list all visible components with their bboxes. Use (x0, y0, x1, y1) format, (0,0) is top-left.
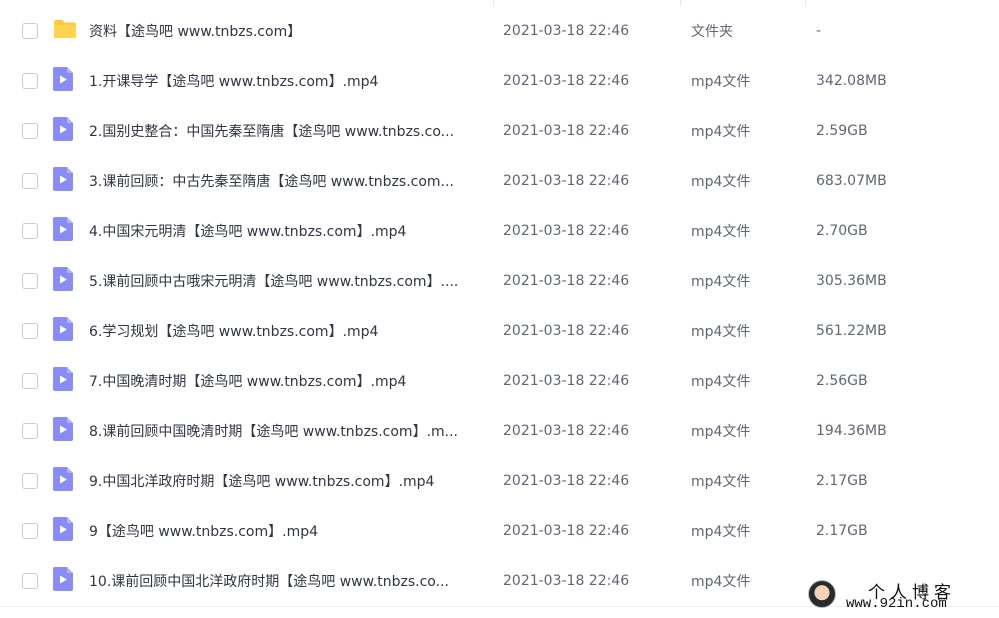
row-checkbox[interactable] (22, 573, 38, 589)
file-size: 2.59GB (816, 123, 868, 139)
file-size: 305.36MB (816, 273, 887, 289)
video-file-icon (53, 317, 73, 345)
video-file-icon (53, 167, 73, 195)
file-type: mp4文件 (691, 124, 751, 140)
file-date: 2021-03-18 22:46 (503, 473, 630, 489)
row-checkbox[interactable] (22, 273, 38, 289)
file-name[interactable]: 7.中国晚清时期【途鸟吧 www.tnbzs.com】.mp4 (89, 371, 484, 391)
file-name[interactable]: 资料【途鸟吧 www.tnbzs.com】 (89, 21, 484, 41)
file-type: mp4文件 (691, 324, 751, 340)
file-date: 2021-03-18 22:46 (503, 123, 630, 139)
file-size: 2.70GB (816, 223, 868, 239)
file-size: 561.22MB (816, 323, 887, 339)
row-checkbox[interactable] (22, 473, 38, 489)
file-date: 2021-03-18 22:46 (503, 223, 630, 239)
file-list: 资料【途鸟吧 www.tnbzs.com】 2021-03-18 22:46 文件夹… (0, 0, 999, 618)
file-size: 2.17GB (816, 473, 868, 489)
file-name[interactable]: 8.课前回顾中国晚清时期【途鸟吧 www.tnbzs.com】.m... (89, 421, 484, 441)
file-name[interactable]: 4.中国宋元明清【途鸟吧 www.tnbzs.com】.mp4 (89, 221, 484, 241)
video-file-icon (53, 567, 73, 595)
row-checkbox[interactable] (22, 523, 38, 539)
video-file-icon (53, 67, 73, 95)
file-date: 2021-03-18 22:46 (503, 373, 630, 389)
row-checkbox[interactable] (22, 23, 38, 39)
video-file-icon (53, 217, 73, 245)
file-type: mp4文件 (691, 574, 751, 590)
file-size: 2.56GB (816, 373, 868, 389)
file-type: mp4文件 (691, 524, 751, 540)
row-checkbox[interactable] (22, 123, 38, 139)
file-name[interactable]: 3.课前回顾：中古先秦至隋唐【途鸟吧 www.tnbzs.com... (89, 171, 484, 191)
file-date: 2021-03-18 22:46 (503, 273, 630, 289)
file-type: mp4文件 (691, 224, 751, 240)
file-size: 342.08MB (816, 73, 887, 89)
file-name[interactable]: 9.中国北洋政府时期【途鸟吧 www.tnbzs.com】.mp4 (89, 471, 484, 491)
row-checkbox[interactable] (22, 373, 38, 389)
table-row[interactable]: 资料【途鸟吧 www.tnbzs.com】 2021-03-18 22:46 文件夹… (0, 6, 999, 56)
file-name[interactable]: 9【途鸟吧 www.tnbzs.com】.mp4 (89, 521, 484, 541)
file-type: mp4文件 (691, 424, 751, 440)
file-date: 2021-03-18 22:46 (503, 323, 630, 339)
file-name[interactable]: 6.学习规划【途鸟吧 www.tnbzs.com】.mp4 (89, 321, 484, 341)
folder-icon (53, 19, 77, 43)
table-row[interactable]: 6.学习规划【途鸟吧 www.tnbzs.com】.mp4 2021-03-18 … (0, 306, 999, 356)
table-row[interactable]: 5.课前回顾中古哦宋元明清【途鸟吧 www.tnbzs.com】.... 2021… (0, 256, 999, 306)
file-size: 194.36MB (816, 423, 887, 439)
file-type: mp4文件 (691, 74, 751, 90)
watermark-avatar (808, 580, 836, 608)
table-row[interactable]: 8.课前回顾中国晚清时期【途鸟吧 www.tnbzs.com】.m... 2021… (0, 406, 999, 456)
row-checkbox[interactable] (22, 223, 38, 239)
file-date: 2021-03-18 22:46 (503, 573, 630, 589)
table-row[interactable]: 9.中国北洋政府时期【途鸟吧 www.tnbzs.com】.mp4 2021-03… (0, 456, 999, 506)
file-name[interactable]: 5.课前回顾中古哦宋元明清【途鸟吧 www.tnbzs.com】.... (89, 271, 484, 291)
video-file-icon (53, 467, 73, 495)
file-type: mp4文件 (691, 174, 751, 190)
file-date: 2021-03-18 22:46 (503, 23, 630, 39)
watermark-url: www.92in.com (846, 596, 947, 612)
file-type: 文件夹 (691, 24, 733, 40)
video-file-icon (53, 517, 73, 545)
file-type: mp4文件 (691, 474, 751, 490)
video-file-icon (53, 117, 73, 145)
video-file-icon (53, 267, 73, 295)
file-name[interactable]: 2.国别史整合：中国先秦至隋唐【途鸟吧 www.tnbzs.co... (89, 121, 484, 141)
video-file-icon (53, 417, 73, 445)
table-row[interactable]: 1.开课导学【途鸟吧 www.tnbzs.com】.mp4 2021-03-18 … (0, 56, 999, 106)
row-checkbox[interactable] (22, 423, 38, 439)
row-checkbox[interactable] (22, 173, 38, 189)
file-size: - (816, 23, 822, 39)
file-date: 2021-03-18 22:46 (503, 73, 630, 89)
video-file-icon (53, 367, 73, 395)
file-size: 2.17GB (816, 523, 868, 539)
row-checkbox[interactable] (22, 73, 38, 89)
table-row[interactable]: 2.国别史整合：中国先秦至隋唐【途鸟吧 www.tnbzs.co... 2021-… (0, 106, 999, 156)
table-row[interactable]: 4.中国宋元明清【途鸟吧 www.tnbzs.com】.mp4 2021-03-1… (0, 206, 999, 256)
row-checkbox[interactable] (22, 323, 38, 339)
file-name[interactable]: 10.课前回顾中国北洋政府时期【途鸟吧 www.tnbzs.co... (89, 571, 484, 591)
file-date: 2021-03-18 22:46 (503, 173, 630, 189)
watermark: 个人博客 www.92in.com (806, 574, 996, 614)
file-size: 683.07MB (816, 173, 887, 189)
file-type: mp4文件 (691, 274, 751, 290)
file-date: 2021-03-18 22:46 (503, 423, 630, 439)
file-name[interactable]: 1.开课导学【途鸟吧 www.tnbzs.com】.mp4 (89, 71, 484, 91)
table-row[interactable]: 3.课前回顾：中古先秦至隋唐【途鸟吧 www.tnbzs.com... 2021-… (0, 156, 999, 206)
file-type: mp4文件 (691, 374, 751, 390)
table-row[interactable]: 9【途鸟吧 www.tnbzs.com】.mp4 2021-03-18 22:46… (0, 506, 999, 556)
table-row[interactable]: 7.中国晚清时期【途鸟吧 www.tnbzs.com】.mp4 2021-03-1… (0, 356, 999, 406)
file-date: 2021-03-18 22:46 (503, 523, 630, 539)
